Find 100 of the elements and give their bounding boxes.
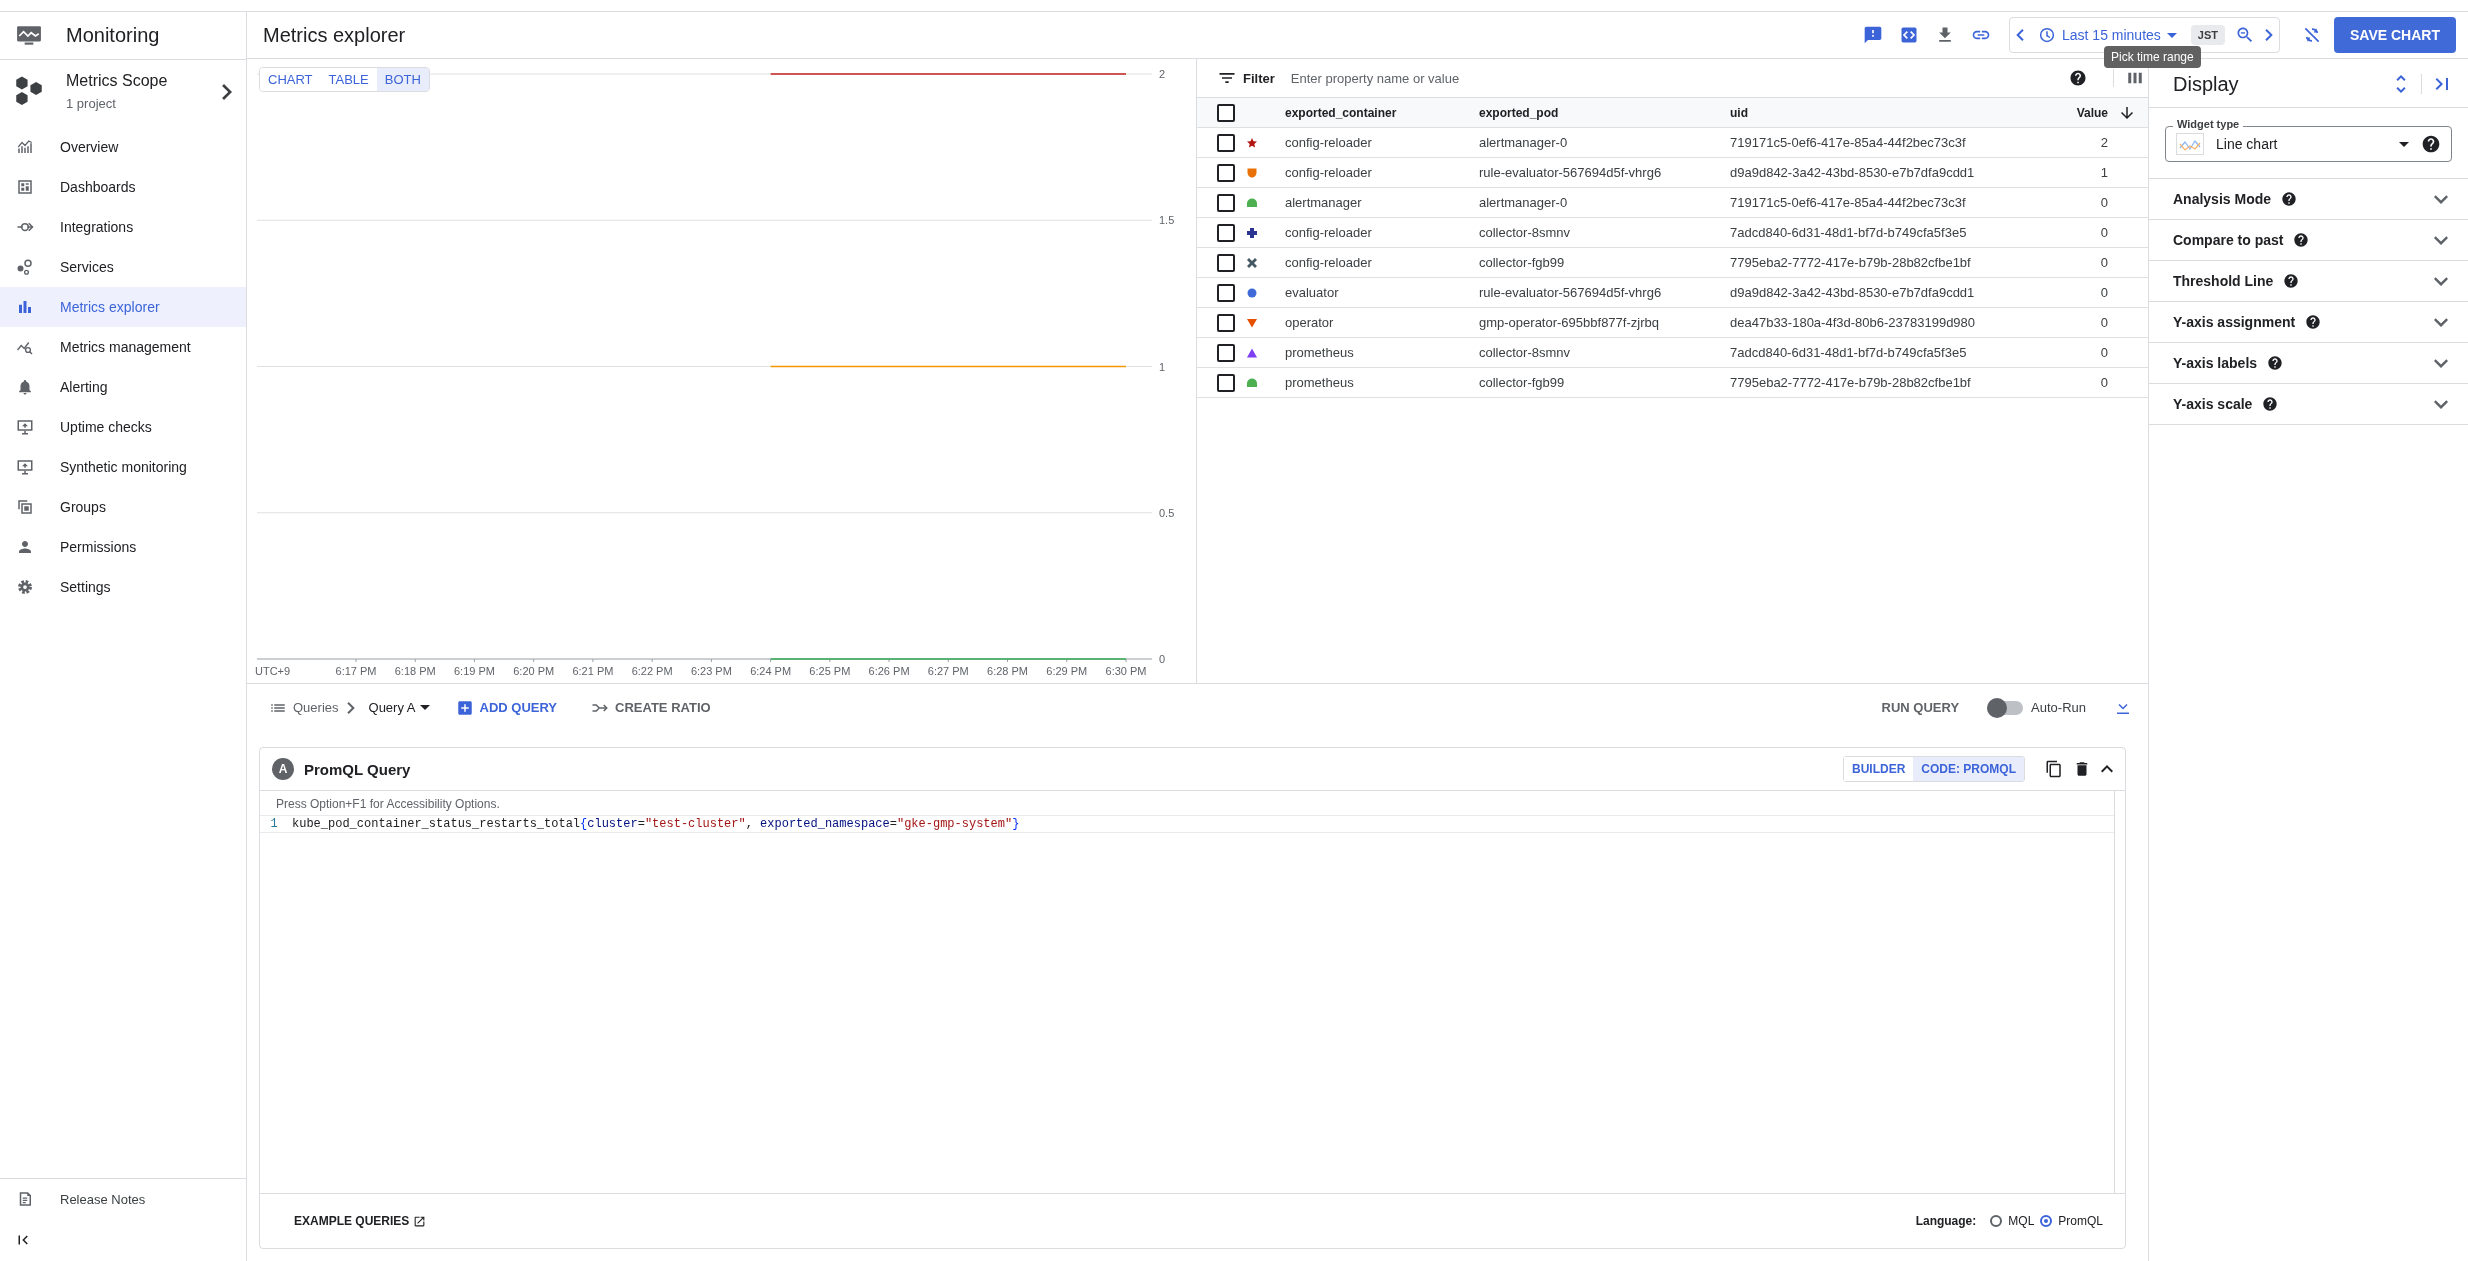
feedback-icon[interactable] — [1863, 25, 1883, 45]
checkbox[interactable] — [1217, 193, 1235, 212]
help-icon[interactable] — [2267, 355, 2284, 371]
add-query-button[interactable]: ADD QUERY — [455, 698, 558, 717]
create-ratio-button[interactable]: CREATE RATIO — [591, 698, 711, 717]
help-icon[interactable] — [2293, 232, 2310, 248]
checkbox[interactable] — [1217, 163, 1235, 182]
code-icon[interactable] — [1899, 25, 1919, 45]
sidebar-item[interactable]: Services — [0, 247, 246, 287]
table-cell-text: collector-fgb99 — [1479, 375, 1566, 390]
y-axis-label: 1 — [1159, 360, 1166, 373]
table-cell-text: rule-evaluator-567694d5f-vhrg6 — [1479, 285, 1663, 300]
code-line[interactable]: kube_pod_container_status_restarts_total{cluster="test-cluster", exported_namespace="gke-gmp-system"} — [288, 817, 1020, 831]
sidebar-item[interactable]: Settings — [0, 567, 246, 607]
line-chart-icon — [2176, 133, 2204, 155]
column-header[interactable]: Value — [2028, 105, 2108, 120]
settings-section[interactable]: Threshold Line — [2149, 261, 2468, 302]
run-query-button[interactable]: RUN QUERY — [1881, 700, 1960, 715]
chevron-down-icon — [2434, 317, 2448, 327]
query-selector[interactable]: Query A — [362, 699, 436, 716]
time-range-button[interactable]: Last 15 minutes — [2034, 26, 2181, 44]
chevron-right-icon[interactable] — [2265, 29, 2274, 41]
table-cell-text: collector-fgb99 — [1479, 255, 1566, 270]
section-title: Compare to past — [2173, 232, 2284, 248]
help-icon[interactable] — [2421, 134, 2441, 154]
copy-icon[interactable] — [2045, 760, 2063, 778]
help-icon[interactable] — [2283, 273, 2300, 289]
checkbox[interactable] — [1217, 283, 1235, 302]
chevron-up-icon[interactable] — [2101, 765, 2113, 773]
help-icon[interactable] — [2069, 69, 2087, 87]
x-axis-label: 6:24 PM — [750, 665, 792, 677]
x-axis-label: 6:27 PM — [927, 665, 969, 677]
example-queries-link[interactable]: EXAMPLE QUERIES — [294, 1214, 1916, 1228]
table-cell-text: 0 — [2099, 285, 2108, 300]
queries-link[interactable]: Queries — [269, 698, 339, 717]
settings-icon — [16, 578, 34, 596]
checkbox[interactable] — [1217, 373, 1235, 392]
bar-chart-icon — [16, 298, 34, 316]
auto-run-toggle[interactable] — [1987, 700, 2024, 715]
column-header[interactable]: exported_pod — [1479, 105, 1730, 120]
monitor-icon — [16, 458, 34, 476]
settings-section[interactable]: Compare to past — [2149, 220, 2468, 261]
language-radio[interactable]: MQL — [1990, 1214, 2035, 1228]
sidebar-item[interactable]: Groups — [0, 487, 246, 527]
editor-hint: Press Option+F1 for Accessibility Options. — [275, 797, 501, 813]
checkbox[interactable] — [1217, 343, 1235, 362]
sidebar-item[interactable]: Alerting — [0, 367, 246, 407]
settings-section[interactable]: Y-axis labels — [2149, 343, 2468, 384]
external-link-icon — [413, 1214, 427, 1228]
checkbox[interactable] — [1217, 253, 1235, 272]
settings-section[interactable]: Y-axis assignment — [2149, 302, 2468, 343]
sidebar-item[interactable]: Metrics explorer — [0, 287, 246, 327]
columns-icon[interactable] — [2113, 69, 2144, 87]
release-notes-link[interactable]: Release Notes — [0, 1179, 246, 1219]
y-axis-label: 0 — [1159, 653, 1166, 665]
page-title: Metrics explorer — [263, 23, 407, 47]
checkbox[interactable] — [1217, 223, 1235, 242]
caret-icon — [2166, 32, 2177, 38]
table-cell-text: 0 — [2099, 315, 2108, 330]
column-header[interactable]: exported_container — [1285, 105, 1479, 120]
settings-section[interactable]: Analysis Mode — [2149, 179, 2468, 220]
scope-selector[interactable]: Metrics Scope 1 project — [0, 60, 246, 127]
table-cell-text: prometheus — [1285, 375, 1355, 390]
sidebar-item[interactable]: Metrics management — [0, 327, 246, 367]
sidebar-item[interactable]: Integrations — [0, 207, 246, 247]
section-title: Analysis Mode — [2173, 191, 2272, 207]
table-cell-text: 0 — [2099, 195, 2108, 210]
editor-mode-tab[interactable]: CODE: PROMQL — [1913, 757, 2024, 781]
sidebar-item[interactable]: Uptime checks — [0, 407, 246, 447]
x-axis-label: 6:30 PM — [1105, 665, 1147, 677]
checkbox[interactable] — [1217, 133, 1235, 152]
table-cell-text: 0 — [2099, 345, 2108, 360]
table-cell-text: d9a9d842-3a42-43bd-8530-e7b7dfa9cdd1 — [1730, 285, 1976, 300]
table-cell-text: rule-evaluator-567694d5f-vhrg6 — [1479, 165, 1663, 180]
sidebar-item[interactable]: Synthetic monitoring — [0, 447, 246, 487]
chevron-left-icon[interactable] — [2016, 29, 2024, 41]
x-axis-label: 6:28 PM — [987, 665, 1028, 677]
sidebar-item[interactable]: Dashboards — [0, 167, 246, 207]
x-axis-label: 6:22 PM — [631, 665, 673, 677]
help-icon[interactable] — [2305, 314, 2322, 330]
checkbox[interactable] — [1217, 103, 1235, 122]
settings-section[interactable]: Y-axis scale — [2149, 384, 2468, 425]
field-label: Widget type — [2173, 118, 2244, 130]
help-icon[interactable] — [2262, 396, 2279, 412]
column-header[interactable]: uid — [1730, 105, 2028, 120]
view-mode-tab[interactable]: BOTH — [376, 68, 429, 91]
section-title: Threshold Line — [2173, 273, 2274, 289]
table-cell-text: operator — [1285, 315, 1335, 330]
sidebar-item[interactable]: Permissions — [0, 527, 246, 567]
checkbox[interactable] — [1217, 313, 1235, 332]
monitor-icon — [16, 418, 34, 436]
section-title: Y-axis labels — [2173, 355, 2258, 371]
help-icon[interactable] — [2281, 191, 2298, 207]
chevron-right-icon — [346, 701, 355, 714]
sidebar-item[interactable]: Overview — [0, 127, 246, 167]
table-cell-text: d9a9d842-3a42-43bd-8530-e7b7dfa9cdd1 — [1730, 165, 1976, 180]
x-axis-label: 6:25 PM — [809, 665, 851, 677]
language-radio[interactable]: PromQL — [2040, 1214, 2103, 1228]
save-chart-button[interactable]: SAVE CHART — [2334, 17, 2456, 53]
table-cell-text: 1 — [2099, 165, 2108, 180]
